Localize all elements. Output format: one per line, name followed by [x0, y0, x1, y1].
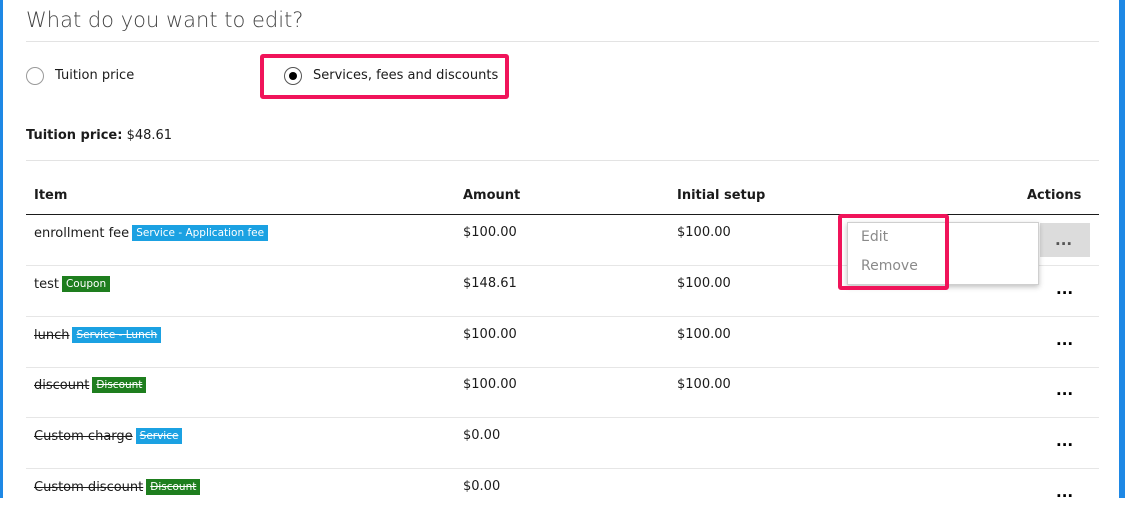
amount-cell: $100.00: [463, 377, 517, 392]
window-frame-right: [1119, 0, 1125, 498]
amount-cell: $0.00: [463, 479, 501, 494]
item-cell: discount Discount: [34, 377, 147, 393]
item-cell: test Coupon: [34, 276, 111, 292]
row-actions-button[interactable]: ...: [1056, 282, 1073, 297]
window-frame-left: [0, 0, 3, 498]
divider: [26, 41, 1099, 42]
tuition-price-radio-label[interactable]: Tuition price: [55, 68, 134, 83]
item-name: Custom discount: [34, 480, 144, 495]
row-actions-button[interactable]: ...: [1056, 485, 1073, 500]
item-type-badge: Service - Application fee: [132, 225, 269, 241]
amount-cell: $100.00: [463, 225, 517, 240]
amount-cell: $148.61: [463, 276, 517, 291]
tuition-price-value: $48.61: [126, 128, 173, 143]
item-type-badge: Coupon: [61, 276, 111, 292]
table-row: Custom charge Service $0.00 ...: [26, 418, 1099, 469]
column-header-actions: Actions: [1027, 188, 1082, 203]
highlight-box-actions-menu: [838, 214, 949, 290]
table-row: Custom discount Discount $0.00 ...: [26, 469, 1099, 520]
amount-cell: $100.00: [463, 327, 517, 342]
item-type-badge: Discount: [92, 377, 147, 393]
row-actions-button-active[interactable]: ...: [1040, 223, 1090, 257]
initial-setup-cell: $100.00: [677, 276, 731, 291]
page-title: What do you want to edit?: [26, 8, 304, 32]
column-header-initial-setup: Initial setup: [677, 188, 766, 203]
amount-cell: $0.00: [463, 428, 501, 443]
tuition-price-radio[interactable]: [26, 67, 44, 85]
item-name: discount: [34, 378, 90, 393]
item-name: lunch: [34, 328, 70, 343]
initial-setup-cell: $100.00: [677, 377, 731, 392]
table-row: lunch Service - Lunch $100.00 $100.00 ...: [26, 317, 1099, 368]
item-cell: lunch Service - Lunch: [34, 327, 162, 343]
row-actions-button[interactable]: ...: [1056, 333, 1073, 348]
column-header-amount: Amount: [463, 188, 521, 203]
tuition-price-summary: Tuition price: $48.61: [26, 128, 172, 143]
ellipsis-icon: ...: [1055, 231, 1073, 249]
item-type-badge: Service: [135, 428, 183, 444]
item-cell: Custom charge Service: [34, 428, 183, 444]
item-name: Custom charge: [34, 429, 133, 444]
item-name: enrollment fee: [34, 226, 130, 241]
initial-setup-cell: $100.00: [677, 225, 731, 240]
item-cell: enrollment fee Service - Application fee: [34, 225, 269, 241]
item-name: test: [34, 277, 59, 292]
row-actions-button[interactable]: ...: [1056, 434, 1073, 449]
table-row: discount Discount $100.00 $100.00 ...: [26, 367, 1099, 418]
row-actions-button[interactable]: ...: [1056, 383, 1073, 398]
item-type-badge: Service - Lunch: [72, 327, 162, 343]
divider: [26, 160, 1099, 161]
column-header-item: Item: [34, 188, 68, 203]
services-fees-discounts-radio-label[interactable]: Services, fees and discounts: [313, 68, 498, 83]
initial-setup-cell: $100.00: [677, 327, 731, 342]
services-fees-discounts-radio[interactable]: [284, 67, 302, 85]
tuition-price-label: Tuition price:: [26, 128, 123, 143]
item-type-badge: Discount: [146, 479, 201, 495]
item-cell: Custom discount Discount: [34, 479, 201, 495]
